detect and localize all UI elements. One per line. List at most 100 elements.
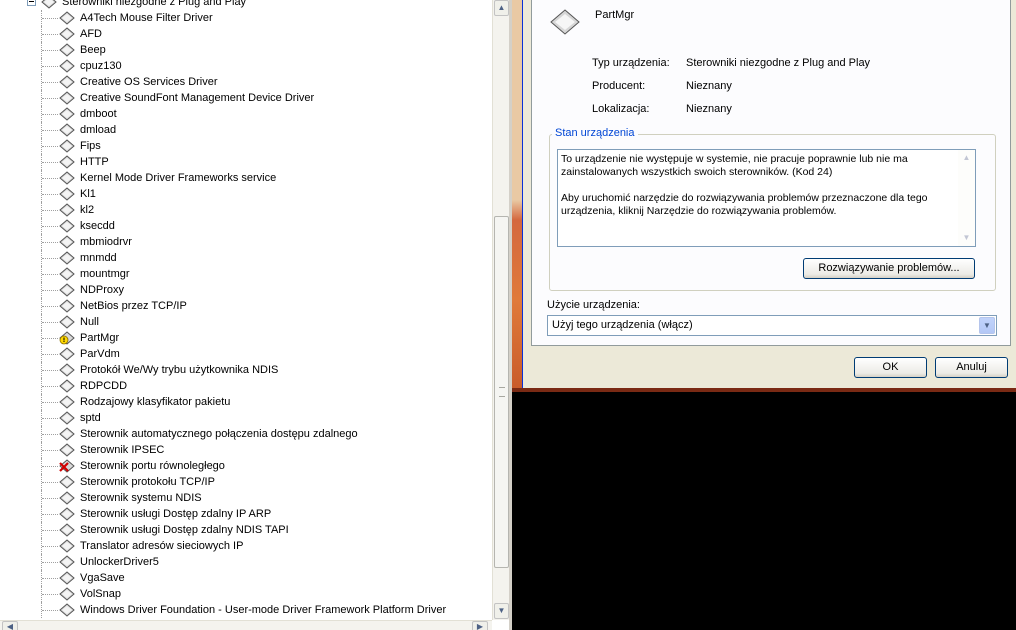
tree-device-row[interactable]: Kernel Mode Driver Frameworks service: [0, 170, 492, 186]
tree-guide-line: [42, 18, 58, 19]
tree-guide-line: [42, 498, 58, 499]
status-paragraph-2: Aby uruchomić narzędzie do rozwiązywania…: [561, 192, 928, 217]
tree-device-label: PartMgr: [80, 332, 120, 344]
tree-device-label: Sterownik usługi Dostęp zdalny NDIS TAPI: [80, 524, 289, 536]
tree-device-row[interactable]: UnlockerDriver5: [0, 554, 492, 570]
tree-device-row[interactable]: AFD: [0, 26, 492, 42]
tree-device-row[interactable]: Sterownik protokołu TCP/IP: [0, 474, 492, 490]
tree-device-row[interactable]: Sterownik IPSEC: [0, 442, 492, 458]
chevron-left-icon: ◀: [6, 622, 14, 630]
tree-device-row[interactable]: Sterownik automatycznego połączenia dost…: [0, 426, 492, 442]
status-scrollbar[interactable]: ▲ ▼: [958, 150, 975, 246]
tree-guide-line: [42, 386, 58, 387]
device-icon: [59, 123, 75, 137]
tree-device-row[interactable]: Fips: [0, 138, 492, 154]
tree-device-row[interactable]: Creative OS Services Driver: [0, 74, 492, 90]
tree-device-row[interactable]: Sterownik portu równoległego: [0, 458, 492, 474]
tree-device-row[interactable]: mbmiodrvr: [0, 234, 492, 250]
tree-guide-line: [42, 50, 58, 51]
tree-device-row[interactable]: sptd: [0, 410, 492, 426]
tree-device-row[interactable]: Sterownik usługi Dostęp zdalny IP ARP: [0, 506, 492, 522]
device-icon: [59, 267, 75, 281]
device-icon: [59, 75, 75, 89]
tree-device-row[interactable]: cpuz130: [0, 58, 492, 74]
device-icon: [59, 395, 75, 409]
chevron-down-icon[interactable]: ▼: [959, 231, 974, 245]
device-usage-value: Użyj tego urządzenia (włącz): [552, 319, 693, 331]
scroll-down-button[interactable]: ▼: [494, 603, 509, 619]
tree-guide-line: [42, 34, 58, 35]
tree-horizontal-scrollbar[interactable]: ◀ ▶: [0, 620, 492, 630]
device-icon: [59, 475, 75, 489]
tree-guide-line: [42, 258, 58, 259]
tree-guide-line: [42, 130, 58, 131]
tree-device-label: Sterownik systemu NDIS: [80, 492, 202, 504]
status-paragraph-1: To urządzenie nie występuje w systemie, …: [561, 153, 908, 178]
tree-device-row[interactable]: kl2: [0, 202, 492, 218]
tree-device-row[interactable]: Beep: [0, 42, 492, 58]
scroll-left-button[interactable]: ◀: [2, 621, 18, 630]
location-value: Nieznany: [686, 103, 732, 115]
tree-device-row[interactable]: Sterownik systemu NDIS: [0, 490, 492, 506]
tree-device-row[interactable]: HTTP: [0, 154, 492, 170]
tree-device-row[interactable]: Windows Driver Foundation - User-mode Dr…: [0, 602, 492, 618]
chevron-up-icon[interactable]: ▲: [959, 151, 974, 165]
tree-device-row[interactable]: PartMgr: [0, 330, 492, 346]
tree-device-row[interactable]: Rodzajowy klasyfikator pakietu: [0, 394, 492, 410]
device-icon: [59, 59, 75, 73]
device-icon: [59, 155, 75, 169]
device-icon: [59, 443, 75, 457]
tree-device-row[interactable]: Translator adresów sieciowych IP: [0, 538, 492, 554]
scroll-right-button[interactable]: ▶: [472, 621, 488, 630]
device-icon: [59, 219, 75, 233]
tree-device-label: A4Tech Mouse Filter Driver: [80, 12, 213, 24]
tree-device-label: Beep: [80, 44, 106, 56]
scroll-up-button[interactable]: ▲: [494, 0, 509, 16]
device-icon: [550, 9, 580, 35]
tree-device-row[interactable]: Null: [0, 314, 492, 330]
device-usage-select[interactable]: Użyj tego urządzenia (włącz) ▼: [547, 315, 997, 336]
tree-device-row[interactable]: Protokół We/Wy trybu użytkownika NDIS: [0, 362, 492, 378]
cancel-button[interactable]: Anuluj: [935, 357, 1008, 378]
tree-device-label: Fips: [80, 140, 101, 152]
tree-device-row[interactable]: ksecdd: [0, 218, 492, 234]
tree-guide-line: [42, 114, 58, 115]
tree-device-row[interactable]: VolSnap: [0, 586, 492, 602]
tree-guide-line: [42, 210, 58, 211]
tree-guide-line: [42, 322, 58, 323]
tree-device-label: Sterownik usługi Dostęp zdalny IP ARP: [80, 508, 272, 520]
tree-device-row[interactable]: ParVdm: [0, 346, 492, 362]
tree-guide-line: [42, 146, 58, 147]
tree-device-row[interactable]: dmboot: [0, 106, 492, 122]
tree-device-row[interactable]: mountmgr: [0, 266, 492, 282]
background-window-border: [512, 388, 1016, 392]
device-icon: [59, 187, 75, 201]
tree-device-row[interactable]: A4Tech Mouse Filter Driver: [0, 10, 492, 26]
tree-device-row[interactable]: Sterownik usługi Dostęp zdalny NDIS TAPI: [0, 522, 492, 538]
tree-device-row[interactable]: Kl1: [0, 186, 492, 202]
tree-device-row[interactable]: dmload: [0, 122, 492, 138]
collapse-toggle[interactable]: [27, 0, 36, 6]
tree-device-row[interactable]: RDPCDD: [0, 378, 492, 394]
tree-guide-line: [42, 546, 58, 547]
tree-device-label: Kl1: [80, 188, 96, 200]
device-status-textbox[interactable]: To urządzenie nie występuje w systemie, …: [557, 149, 976, 247]
chevron-down-icon[interactable]: ▼: [979, 317, 995, 334]
tree-guide-line: [42, 578, 58, 579]
tree-guide-line: [42, 242, 58, 243]
tree-vertical-scrollbar[interactable]: ▲ ▼: [492, 0, 510, 620]
tree-device-row[interactable]: NetBios przez TCP/IP: [0, 298, 492, 314]
manufacturer-label: Producent:: [592, 80, 646, 92]
tree-category-row[interactable]: Sterowniki niezgodne z Plug and Play: [0, 0, 492, 10]
tree-device-row[interactable]: VgaSave: [0, 570, 492, 586]
tree-guide-line: [42, 306, 58, 307]
tree-guide-line: [42, 290, 58, 291]
tree-guide-line: [42, 530, 58, 531]
scrollbar-thumb[interactable]: [494, 216, 509, 568]
ok-button[interactable]: OK: [854, 357, 927, 378]
tree-device-row[interactable]: mnmdd: [0, 250, 492, 266]
troubleshoot-button[interactable]: Rozwiązywanie problemów...: [803, 258, 975, 279]
tree-device-row[interactable]: Creative SoundFont Management Device Dri…: [0, 90, 492, 106]
tree-device-label: dmload: [80, 124, 117, 136]
tree-device-row[interactable]: NDProxy: [0, 282, 492, 298]
